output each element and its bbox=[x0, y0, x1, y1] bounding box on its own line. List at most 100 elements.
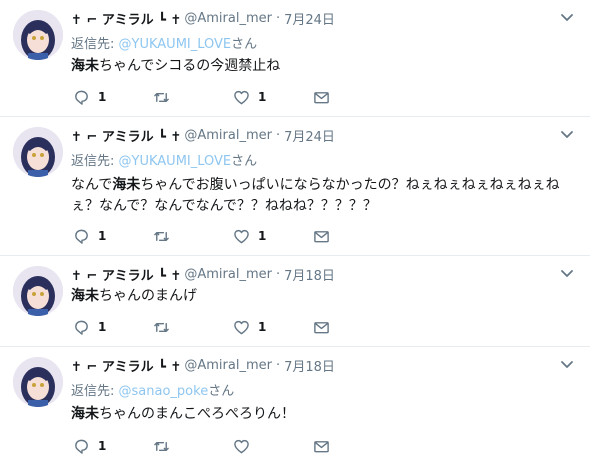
like-icon bbox=[234, 90, 249, 104]
reply-button[interactable]: 1 bbox=[73, 88, 106, 106]
timestamp[interactable]: 7月24日 bbox=[284, 9, 335, 28]
display-name[interactable]: ✝ ⌐ アミラル ┗ ✝ bbox=[71, 265, 181, 284]
user-handle[interactable]: @Amiral_mer bbox=[184, 267, 272, 282]
reply-count: 1 bbox=[98, 320, 107, 334]
display-name[interactable]: ✝ ⌐ アミラル ┗ ✝ bbox=[71, 356, 181, 375]
avatar[interactable] bbox=[13, 10, 63, 60]
chevron-down-icon[interactable] bbox=[560, 266, 574, 280]
like-button[interactable]: 1 bbox=[233, 88, 266, 106]
chevron-down-icon[interactable] bbox=[560, 10, 574, 24]
reply-mention[interactable]: @sanao_poke bbox=[119, 384, 209, 399]
chevron-down-icon[interactable] bbox=[560, 127, 574, 141]
reply-suffix: さん bbox=[231, 37, 258, 52]
user-handle[interactable]: @Amiral_mer bbox=[184, 128, 272, 143]
tweet-text: 海未ちゃんでシコるの今週禁止ね bbox=[71, 56, 576, 77]
timeline: ✝ ⌐ アミラル ┗ ✝ @Amiral_mer · 7月24日 返信先: @Y… bbox=[0, 0, 590, 465]
like-button[interactable]: 1 bbox=[233, 227, 266, 245]
tweet-actions: 1 bbox=[73, 437, 333, 455]
tweet-text-bold: 海未 bbox=[112, 177, 141, 193]
tweet-header: ✝ ⌐ アミラル ┗ ✝ @Amiral_mer · 7月18日 bbox=[71, 356, 335, 375]
avatar[interactable] bbox=[13, 127, 63, 177]
tweet-text-bold: 海未 bbox=[71, 288, 99, 304]
direct-message-button[interactable] bbox=[313, 318, 330, 336]
reply-button[interactable]: 1 bbox=[73, 227, 106, 245]
display-name[interactable]: ✝ ⌐ アミラル ┗ ✝ bbox=[71, 126, 181, 145]
tweet-actions: 1 1 bbox=[73, 227, 333, 245]
reply-icon bbox=[75, 90, 88, 105]
retweet-icon bbox=[154, 92, 169, 102]
reply-label: 返信先: bbox=[71, 384, 115, 399]
user-handle[interactable]: @Amiral_mer bbox=[184, 11, 272, 26]
retweet-button[interactable] bbox=[153, 88, 178, 106]
separator-dot: · bbox=[275, 357, 281, 373]
reply-count: 1 bbox=[98, 90, 107, 104]
like-icon bbox=[234, 320, 249, 334]
reply-button[interactable]: 1 bbox=[73, 437, 106, 455]
separator-dot: · bbox=[275, 127, 281, 143]
retweet-button[interactable] bbox=[153, 437, 178, 455]
reply-icon bbox=[75, 320, 88, 335]
reply-context: 返信先: @YUKAUMI_LOVEさん bbox=[71, 150, 257, 169]
like-icon bbox=[234, 439, 249, 453]
reply-context: 返信先: @sanao_pokeさん bbox=[71, 380, 234, 399]
reply-count: 1 bbox=[98, 229, 107, 243]
retweet-icon bbox=[154, 231, 169, 241]
tweet-1[interactable]: ✝ ⌐ アミラル ┗ ✝ @Amiral_mer · 7月24日 返信先: @Y… bbox=[0, 0, 590, 117]
like-count: 1 bbox=[258, 90, 267, 104]
reply-icon bbox=[75, 439, 88, 454]
tweet-3[interactable]: ✝ ⌐ アミラル ┗ ✝ @Amiral_mer · 7月18日 海未ちゃんのま… bbox=[0, 256, 590, 347]
message-icon bbox=[314, 321, 329, 333]
display-name[interactable]: ✝ ⌐ アミラル ┗ ✝ bbox=[71, 9, 181, 28]
tweet-header: ✝ ⌐ アミラル ┗ ✝ @Amiral_mer · 7月24日 bbox=[71, 126, 335, 145]
tweet-actions: 1 1 bbox=[73, 318, 333, 336]
timestamp[interactable]: 7月24日 bbox=[284, 126, 335, 145]
tweet-header: ✝ ⌐ アミラル ┗ ✝ @Amiral_mer · 7月24日 bbox=[71, 9, 335, 28]
message-icon bbox=[314, 91, 329, 103]
message-icon bbox=[314, 440, 329, 452]
like-button[interactable] bbox=[233, 437, 258, 455]
tweet-actions: 1 1 bbox=[73, 88, 333, 106]
reply-context: 返信先: @YUKAUMI_LOVEさん bbox=[71, 33, 257, 52]
tweet-text-line: ちゃんのまんこぺろぺろりん！ bbox=[99, 406, 295, 422]
timestamp[interactable]: 7月18日 bbox=[284, 265, 335, 284]
message-icon bbox=[314, 230, 329, 242]
retweet-button[interactable] bbox=[153, 318, 178, 336]
reply-icon bbox=[75, 229, 88, 244]
like-icon bbox=[234, 229, 249, 243]
separator-dot: · bbox=[275, 10, 281, 26]
reply-count: 1 bbox=[98, 439, 107, 453]
tweet-header: ✝ ⌐ アミラル ┗ ✝ @Amiral_mer · 7月18日 bbox=[71, 265, 335, 284]
avatar[interactable] bbox=[13, 357, 63, 407]
tweet-text: 海未ちゃんのまんこぺろぺろりん！ bbox=[71, 404, 576, 425]
tweet-text: 海未ちゃんのまんげ bbox=[71, 286, 576, 307]
tweet-text-bold: 海未 bbox=[71, 406, 99, 422]
direct-message-button[interactable] bbox=[313, 88, 330, 106]
reply-label: 返信先: bbox=[71, 37, 115, 52]
tweet-text-line: ちゃんのまんげ bbox=[99, 288, 197, 304]
reply-suffix: さん bbox=[208, 384, 235, 399]
tweet-text-prefix: なんで bbox=[71, 177, 113, 193]
user-handle[interactable]: @Amiral_mer bbox=[184, 358, 272, 373]
like-button[interactable]: 1 bbox=[233, 318, 266, 336]
reply-mention[interactable]: @YUKAUMI_LOVE bbox=[119, 154, 232, 169]
retweet-button[interactable] bbox=[153, 227, 178, 245]
reply-label: 返信先: bbox=[71, 154, 115, 169]
tweet-2[interactable]: ✝ ⌐ アミラル ┗ ✝ @Amiral_mer · 7月24日 返信先: @Y… bbox=[0, 117, 590, 256]
tweet-text-line-2: ぇ？なんで？なんでなんで？？ねねね？？？？？ bbox=[71, 198, 377, 214]
like-count: 1 bbox=[258, 229, 267, 243]
reply-mention[interactable]: @YUKAUMI_LOVE bbox=[119, 37, 232, 52]
tweet-text: なんで海未ちゃんでお腹いっぱいにならなかったの？ねぇねぇねぇねぇねぇね ぇ？なん… bbox=[71, 175, 576, 217]
retweet-icon bbox=[154, 322, 169, 332]
tweet-text-line-1: なんで海未ちゃんでお腹いっぱいにならなかったの？ねぇねぇねぇねぇねぇね bbox=[71, 175, 576, 196]
direct-message-button[interactable] bbox=[313, 227, 330, 245]
reply-button[interactable]: 1 bbox=[73, 318, 106, 336]
tweet-text-line: ちゃんでシコるの今週禁止ね bbox=[99, 58, 281, 74]
timestamp[interactable]: 7月18日 bbox=[284, 356, 335, 375]
avatar[interactable] bbox=[13, 266, 63, 316]
tweet-4[interactable]: ✝ ⌐ アミラル ┗ ✝ @Amiral_mer · 7月18日 返信先: @s… bbox=[0, 347, 590, 465]
tweet-text-bold: 海未 bbox=[71, 58, 99, 74]
chevron-down-icon[interactable] bbox=[560, 357, 574, 371]
tweet-text-line: ちゃんでお腹いっぱいにならなかったの？ねぇねぇねぇねぇねぇね bbox=[140, 177, 560, 193]
reply-suffix: さん bbox=[231, 154, 258, 169]
direct-message-button[interactable] bbox=[313, 437, 330, 455]
